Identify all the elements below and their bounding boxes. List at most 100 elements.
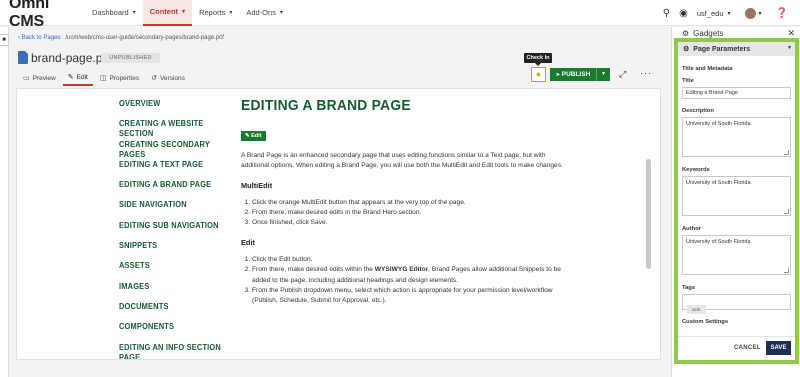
list-item: Once finished, click Save.: [252, 218, 571, 228]
briefcase-icon: ◫: [99, 75, 107, 82]
page-parameters-header[interactable]: ⚙ Page Parameters ▼: [678, 42, 795, 56]
site-selector[interactable]: usf_edu ▾: [697, 9, 731, 18]
keywords-field[interactable]: University of South Florida: [682, 176, 791, 216]
publish-text: PUBLISH: [561, 71, 591, 78]
tab-label: Versions: [159, 74, 185, 82]
history-icon: ↺: [151, 75, 157, 82]
pencil-icon: ✎: [67, 74, 74, 81]
gear-icon: ⚙: [683, 46, 690, 53]
chevron-down-icon: ▾: [279, 10, 283, 16]
tab-label: Preview: [32, 74, 56, 82]
more-options-icon[interactable]: ···: [640, 68, 652, 78]
globe-icon[interactable]: ◉: [679, 8, 688, 19]
tag-chip[interactable]: ucm: [687, 305, 706, 314]
author-field[interactable]: University of South Florida: [682, 235, 791, 275]
panel-title: Page Parameters: [693, 45, 751, 53]
sidenav-item[interactable]: EDITING SUB NAVIGATION: [119, 221, 226, 241]
page-content: OVERVIEW CREATING A WEBSITE SECTION CREA…: [16, 88, 661, 360]
nav-content[interactable]: Content ▾: [142, 0, 193, 26]
user-menu[interactable]: ▾: [744, 7, 762, 19]
tab-versions[interactable]: ↺ Versions: [146, 70, 190, 86]
pencil-icon: ✎: [245, 133, 250, 139]
caret-down-icon[interactable]: ▼: [787, 45, 792, 51]
sidenav-item[interactable]: CREATING A WEBSITE SECTION: [119, 119, 226, 139]
tab-label: Properties: [109, 74, 140, 82]
wysiwyg-editor-link[interactable]: WYSIWYG Editor: [375, 266, 428, 273]
tab-edit[interactable]: ✎ Edit: [62, 70, 93, 86]
nav-label: Dashboard: [92, 8, 129, 17]
article: EDITING A BRAND PAGE ✎ Edit A Brand Page…: [241, 97, 571, 316]
nav-right: ⚲ ◉ usf_edu ▾ ▾ ❓: [663, 0, 800, 26]
custom-settings-label: Custom Settings: [682, 319, 729, 325]
nav-label: Add-Ons: [246, 8, 276, 17]
chevron-down-icon: ▾: [229, 10, 233, 16]
top-nav: Omni CMS Dashboard ▾ Content ▾ Reports ▾ Ad…: [0, 0, 800, 30]
left-strip: ■: [0, 27, 9, 377]
chevron-down-icon: ▾: [182, 9, 186, 15]
list-item: From there, make desired edits within th…: [252, 265, 571, 285]
author-label: Author: [682, 226, 701, 232]
tags-label: Tags: [682, 285, 696, 291]
help-icon[interactable]: ❓: [776, 8, 788, 19]
sidenav-item[interactable]: DOCUMENTS: [119, 302, 226, 322]
sidenav-item[interactable]: SIDE NAVIGATION: [119, 200, 226, 220]
expand-icon[interactable]: ⤢: [619, 69, 626, 80]
sidenav-item[interactable]: SNIPPETS: [119, 241, 226, 261]
sidenav-item[interactable]: COMPONENTS: [119, 322, 226, 342]
keywords-label: Keywords: [682, 167, 710, 173]
step-text: From there, make desired edits within th…: [252, 266, 375, 274]
article-title: EDITING A BRAND PAGE: [241, 97, 411, 114]
cancel-button[interactable]: CANCEL: [734, 345, 761, 351]
sidenav-item[interactable]: EDITING A TEXT PAGE: [119, 160, 226, 180]
multiedit-heading: MultiEdit: [241, 180, 273, 190]
avatar: [744, 7, 756, 19]
sidenav-item[interactable]: ASSETS: [119, 261, 226, 281]
nav-reports[interactable]: Reports ▾: [192, 0, 239, 26]
tab-properties[interactable]: ◫ Properties: [95, 70, 144, 86]
sidenav-item[interactable]: EDITING AN INFO SECTION PAGE: [119, 343, 226, 359]
gear-icon: ⚙: [682, 28, 690, 38]
nav-label: Content: [149, 7, 179, 16]
publish-button[interactable]: ➤ PUBLISH ▼: [550, 68, 610, 81]
nav-dashboard[interactable]: Dashboard ▾: [85, 0, 143, 26]
page-parameters-panel: ⚙ Page Parameters ▼ Title and Metadata T…: [674, 38, 799, 364]
chevron-down-icon: ▾: [758, 10, 762, 17]
save-button[interactable]: SAVE: [766, 341, 791, 355]
list-item: Click the orange MultiEdit button that a…: [252, 198, 571, 208]
pcf-file-icon: [18, 51, 28, 64]
side-navigation: OVERVIEW CREATING A WEBSITE SECTION CREA…: [119, 99, 234, 359]
sidenav-item[interactable]: IMAGES: [119, 282, 226, 302]
multiedit-steps: Click the orange MultiEdit button that a…: [241, 198, 571, 229]
sidenav-item[interactable]: OVERVIEW: [119, 99, 226, 119]
description-field[interactable]: University of South Florida: [682, 117, 791, 157]
app-logo[interactable]: Omni CMS: [9, 0, 85, 31]
back-to-pages-link[interactable]: ‹ Back to Pages: [18, 35, 60, 41]
file-navigation-toggle-icon[interactable]: ■: [0, 34, 9, 46]
lightbulb-icon: ●: [535, 69, 542, 79]
tags-field[interactable]: ucm: [682, 294, 791, 314]
list-item: From the Publish dropdown menu, select w…: [252, 286, 571, 306]
rocket-icon: ➤: [555, 72, 560, 78]
nav-add-ons[interactable]: Add-Ons ▾: [239, 0, 290, 26]
publish-dropdown-caret[interactable]: ▼: [596, 68, 610, 81]
sidenav-item[interactable]: EDITING A BRAND PAGE: [119, 180, 226, 200]
page-filename: brand-page.pcf: [31, 51, 112, 65]
edit-label: Edit: [251, 133, 262, 139]
check-in-tooltip: Check In: [524, 53, 552, 66]
search-icon[interactable]: ⚲: [663, 8, 670, 19]
edit-steps: Click the Edit button. From there, make …: [241, 255, 571, 306]
nav-label: Reports: [199, 8, 226, 17]
chevron-down-icon: ▾: [132, 10, 136, 16]
page-parameters-body: Title and Metadata Title Editing a Brand…: [678, 56, 795, 325]
title-field[interactable]: Editing a Brand Page: [682, 87, 791, 99]
check-in-button[interactable]: ●: [531, 67, 546, 82]
edit-region-button[interactable]: ✎ Edit: [241, 131, 266, 141]
breadcrumb: ‹ Back to Pages /ucm/web/cms-user-guide/…: [18, 35, 224, 41]
publish-label: ➤ PUBLISH: [550, 71, 596, 78]
page-tabs: ▭ Preview ✎ Edit ◫ Properties ↺ Versions: [18, 70, 192, 86]
status-badge: UNPUBLISHED: [101, 53, 160, 63]
content-scrollbar[interactable]: [646, 159, 651, 269]
sidenav-item[interactable]: CREATING SECONDARY PAGES: [119, 140, 226, 160]
tab-label: Edit: [76, 73, 88, 81]
tab-preview[interactable]: ▭ Preview: [18, 70, 61, 86]
